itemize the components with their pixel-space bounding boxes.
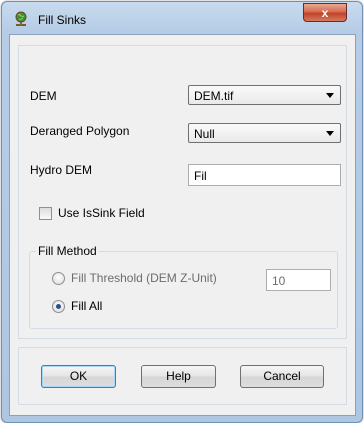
ok-button[interactable]: OK (41, 365, 116, 388)
deranged-polygon-dropdown[interactable]: Null (188, 123, 341, 143)
dem-label: DEM (30, 89, 57, 103)
deranged-polygon-selected-value: Null (194, 127, 215, 141)
use-issink-checkbox[interactable] (39, 207, 52, 220)
fill-threshold-radio[interactable] (52, 272, 65, 285)
window-title: Fill Sinks (38, 13, 87, 27)
fill-threshold-label[interactable]: Fill Threshold (DEM Z-Unit) (71, 271, 217, 285)
cancel-button[interactable]: Cancel (240, 365, 324, 388)
fill-threshold-input[interactable]: 10 (266, 269, 331, 291)
close-icon: x (321, 6, 329, 20)
dem-dropdown[interactable]: DEM.tif (188, 85, 341, 105)
hydro-dem-input[interactable]: Fil (188, 164, 341, 186)
parameters-panel: DEM DEM.tif Deranged Polygon Null Hydro … (18, 45, 347, 339)
fill-method-title: Fill Method (36, 244, 99, 258)
hydro-dem-label: Hydro DEM (30, 163, 93, 177)
chevron-down-icon (326, 93, 334, 98)
fill-sinks-dialog: Fill Sinks x DEM DEM.tif Deranged Polygo… (1, 1, 363, 423)
globe-stand-icon (15, 11, 27, 26)
button-bar: OK Help Cancel (18, 347, 347, 405)
close-button[interactable]: x (303, 3, 347, 22)
fill-method-group: Fill Method Fill Threshold (DEM Z-Unit) … (29, 244, 338, 329)
title-bar[interactable]: Fill Sinks x (2, 2, 362, 34)
deranged-polygon-label: Deranged Polygon (30, 124, 130, 138)
fill-all-label[interactable]: Fill All (71, 299, 102, 313)
chevron-down-icon (326, 131, 334, 136)
dialog-client-area: DEM DEM.tif Deranged Polygon Null Hydro … (9, 34, 356, 416)
help-button[interactable]: Help (141, 365, 216, 388)
dem-selected-value: DEM.tif (194, 89, 234, 103)
fill-all-radio[interactable] (52, 300, 65, 313)
use-issink-label[interactable]: Use IsSink Field (58, 206, 145, 220)
